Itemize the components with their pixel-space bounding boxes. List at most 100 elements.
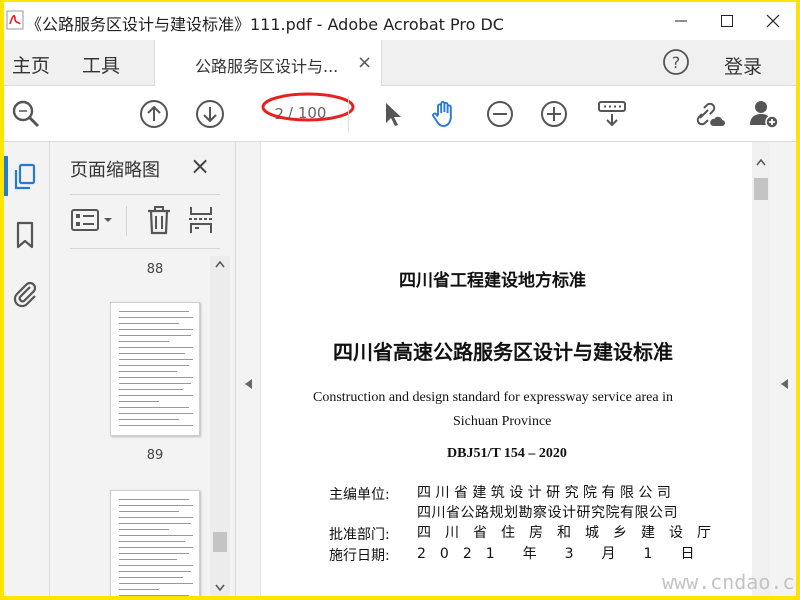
toolbar: / 100 xyxy=(4,86,796,142)
pane-tool-divider xyxy=(126,206,127,236)
select-arrow-icon[interactable] xyxy=(376,98,408,130)
thumbnail-text-line xyxy=(119,547,193,548)
fit-page-icon[interactable] xyxy=(596,98,628,130)
add-user-icon[interactable] xyxy=(748,98,780,130)
watermark-text: www.cndao.com xyxy=(662,570,796,594)
thumbnails-scroll-thumb[interactable] xyxy=(213,532,227,552)
left-nav-rail xyxy=(4,142,50,596)
doc-standard-code: DBJ51/T 154 – 2020 xyxy=(447,446,567,461)
thumbnail-page-89[interactable] xyxy=(110,490,200,596)
trash-icon[interactable] xyxy=(144,204,174,236)
doc-editor-1: 四 川 省 建 筑 设 计 研 究 院 有 限 公 司 xyxy=(417,485,671,501)
thumbnail-text-line xyxy=(119,517,193,518)
thumbnail-page-88[interactable] xyxy=(110,302,200,436)
triangle-left-icon xyxy=(781,379,788,389)
thumbnail-text-line xyxy=(119,317,193,318)
thumbnail-text-line xyxy=(119,311,189,312)
doc-en-title-1: Construction and design standard for exp… xyxy=(313,390,673,405)
thumbnail-text-line xyxy=(119,499,189,500)
link-cloud-icon[interactable] xyxy=(694,98,726,130)
thumbnail-text-line xyxy=(119,365,189,366)
thumbnail-text-line xyxy=(119,323,179,324)
document-scrollbar[interactable] xyxy=(752,142,770,596)
thumbnail-text-line xyxy=(119,589,159,590)
doc-editor-label: 主编单位: xyxy=(329,487,390,503)
thumbnail-text-line xyxy=(119,353,185,354)
window-title: 《公路服务区设计与建设标准》111.pdf - Adobe Acrobat Pr… xyxy=(26,15,504,34)
help-icon[interactable]: ? xyxy=(662,48,690,76)
pane-divider xyxy=(70,194,220,195)
document-tab[interactable]: 公路服务区设计与... × xyxy=(154,40,382,86)
page-down-icon[interactable] xyxy=(194,98,226,130)
page-up-icon[interactable] xyxy=(138,98,170,130)
thumbnail-text-line xyxy=(119,389,183,390)
thumbnail-page-number: 89 xyxy=(146,448,164,463)
thumbnail-text-line xyxy=(119,377,193,378)
triangle-left-icon xyxy=(245,379,252,389)
thumbnail-text-line xyxy=(119,329,193,330)
rail-active-indicator xyxy=(4,156,8,196)
page-thumbnails-icon[interactable] xyxy=(10,162,40,192)
scroll-up-icon[interactable] xyxy=(756,158,766,166)
zoom-in-icon[interactable] xyxy=(538,98,570,130)
svg-text:?: ? xyxy=(672,53,681,72)
thumbnail-text-line xyxy=(119,529,169,530)
menu-tools[interactable]: 工具 xyxy=(82,51,120,78)
collapse-left-pane[interactable] xyxy=(236,142,260,596)
thumbnails-close-button[interactable]: × xyxy=(190,152,210,180)
document-scroll-thumb[interactable] xyxy=(754,178,768,200)
thumbnail-text-line xyxy=(119,505,193,506)
thumbnail-text-line xyxy=(119,511,179,512)
thumbnail-text-line xyxy=(119,395,193,396)
maximize-icon xyxy=(721,15,733,27)
bookmark-icon[interactable] xyxy=(10,220,40,250)
minimize-button[interactable] xyxy=(658,2,704,40)
tab-bar: 主页 工具 公路服务区设计与... × ? 登录 xyxy=(4,40,796,86)
red-highlight-annotation xyxy=(261,92,355,122)
collapse-right-pane[interactable] xyxy=(770,142,796,596)
doc-approver: 四 川 省 住 房 和 城 乡 建 设 厅 xyxy=(417,525,711,541)
toolbar-divider xyxy=(348,96,349,132)
thumbnail-text-line xyxy=(119,535,193,536)
zoom-out-icon[interactable] xyxy=(484,98,516,130)
doc-en-title-2: Sichuan Province xyxy=(453,414,552,429)
doc-approver-label: 批准部门: xyxy=(329,527,390,543)
close-window-button[interactable] xyxy=(750,2,796,40)
thumbnail-options-icon[interactable] xyxy=(70,204,116,236)
zoom-search-icon[interactable] xyxy=(10,98,42,130)
scroll-up-icon[interactable] xyxy=(215,260,225,268)
menu-home[interactable]: 主页 xyxy=(12,51,50,78)
attachment-icon[interactable] xyxy=(10,278,40,308)
acrobat-app-icon xyxy=(6,10,24,30)
thumbnail-text-line xyxy=(119,583,193,584)
thumbnail-text-line xyxy=(119,335,191,336)
thumbnail-text-line xyxy=(119,425,193,426)
thumbnails-scrollbar[interactable] xyxy=(210,256,230,596)
tab-close-button[interactable]: × xyxy=(357,52,372,73)
thumbnail-text-line xyxy=(119,577,183,578)
thumbnail-text-line xyxy=(119,341,169,342)
thumbnail-text-line xyxy=(119,571,191,572)
thumbnail-text-line xyxy=(119,347,193,348)
thumbnail-text-line xyxy=(119,595,189,596)
document-tab-label: 公路服务区设计与... xyxy=(195,57,339,76)
doc-date-label: 施行日期: xyxy=(329,548,390,564)
maximize-button[interactable] xyxy=(704,2,750,40)
thumbnails-pane-title: 页面缩略图 xyxy=(70,160,160,181)
thumbnail-text-line xyxy=(119,359,193,360)
thumbnail-text-line xyxy=(119,541,185,542)
thumbnail-text-line xyxy=(119,383,191,384)
doc-header: 四川省工程建设地方标准 xyxy=(399,271,586,291)
close-icon xyxy=(766,14,780,28)
document-viewport[interactable]: 四川省工程建设地方标准 四川省高速公路服务区设计与建设标准 Constructi… xyxy=(260,142,750,596)
login-button[interactable]: 登录 xyxy=(724,52,762,79)
thumbnail-text-line xyxy=(119,401,159,402)
doc-date: 2 0 2 1 年 3 月 1 日 xyxy=(417,546,695,562)
scroll-down-icon[interactable] xyxy=(215,584,225,592)
thumbnail-text-line xyxy=(119,553,189,554)
extract-pages-icon[interactable] xyxy=(186,204,216,236)
title-bar: 《公路服务区设计与建设标准》111.pdf - Adobe Acrobat Pr… xyxy=(4,2,796,40)
thumbnail-text-line xyxy=(119,371,177,372)
pane-divider xyxy=(70,248,220,249)
hand-icon[interactable] xyxy=(428,98,460,130)
